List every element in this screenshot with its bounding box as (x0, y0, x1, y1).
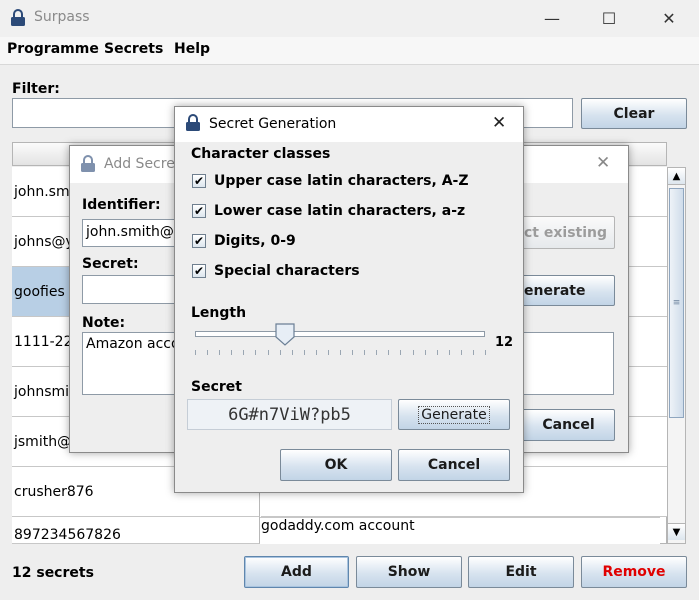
close-icon[interactable]: ✕ (596, 153, 610, 173)
checkbox-label[interactable]: Lower case latin characters, a-z (214, 203, 465, 219)
slider-tick (292, 350, 293, 355)
length-label: Length (191, 305, 247, 321)
secret-output-label: Secret (191, 379, 242, 395)
menu-programme[interactable]: Programme (7, 41, 99, 57)
note-textarea-right[interactable] (522, 332, 614, 395)
slider-tick (316, 350, 317, 355)
length-slider-track[interactable] (195, 331, 485, 337)
filter-label: Filter: (12, 81, 60, 97)
note-label: Note: (82, 315, 126, 331)
slider-tick (219, 350, 220, 355)
generate-button[interactable]: Generate (398, 399, 510, 430)
add-dialog-cancel-button[interactable]: Cancel (522, 409, 615, 441)
secret-label: Secret: (82, 256, 139, 272)
checkbox-3[interactable]: ✔ (192, 264, 206, 278)
checkbox-1[interactable]: ✔ (192, 204, 206, 218)
maximize-icon[interactable]: ☐ (586, 0, 632, 37)
slider-tick (340, 350, 341, 355)
table-row[interactable]: 897234567826 (12, 517, 260, 544)
status-count: 12 secrets (12, 565, 94, 581)
length-slider-ticks (195, 350, 486, 356)
slider-tick (449, 350, 450, 355)
scroll-up-icon[interactable]: ▲ (668, 168, 685, 185)
slider-tick (280, 350, 281, 355)
length-value: 12 (495, 335, 514, 350)
secret-generation-dialog (174, 106, 524, 493)
select-existing-button[interactable]: ct existing (522, 216, 615, 249)
slider-tick (328, 350, 329, 355)
slider-tick (376, 350, 377, 355)
scroll-thumb[interactable]: ≡ (669, 188, 684, 418)
secret-input[interactable] (82, 275, 182, 304)
remove-button[interactable]: Remove (581, 556, 687, 588)
slider-tick (388, 350, 389, 355)
identifier-label: Identifier: (82, 197, 161, 213)
generate-secret-button[interactable]: enerate (522, 275, 615, 306)
slider-tick (437, 350, 438, 355)
menu-help[interactable]: Help (174, 41, 210, 57)
slider-tick (413, 350, 414, 355)
ok-button[interactable]: OK (280, 449, 392, 481)
slider-tick (364, 350, 365, 355)
slider-tick (473, 350, 474, 355)
gen-dialog-cancel-button[interactable]: Cancel (398, 449, 510, 481)
slider-tick (195, 350, 196, 355)
checkbox-label[interactable]: Special characters (214, 263, 360, 279)
close-icon[interactable]: ✕ (646, 0, 692, 37)
scroll-down-icon[interactable]: ▼ (668, 523, 685, 540)
checkbox-label[interactable]: Upper case latin characters, A-Z (214, 173, 469, 189)
edit-button[interactable]: Edit (468, 556, 574, 588)
app-title: Surpass (34, 9, 90, 25)
length-slider-thumb[interactable] (275, 323, 295, 346)
checkbox-label[interactable]: Digits, 0-9 (214, 233, 296, 249)
slider-tick (352, 350, 353, 355)
add-button[interactable]: Add (244, 556, 349, 588)
slider-tick (485, 350, 486, 355)
identifier-input[interactable]: john.smith@g (82, 219, 182, 247)
note-textarea[interactable]: Amazon acco (82, 332, 182, 395)
secret-generation-title: Secret Generation (209, 116, 337, 132)
slider-tick (400, 350, 401, 355)
slider-tick (304, 350, 305, 355)
menu-secrets[interactable]: Secrets (104, 41, 163, 57)
table-cell-note: godaddy.com account (260, 517, 660, 544)
lock-icon (80, 155, 96, 173)
slider-tick (231, 350, 232, 355)
slider-tick (207, 350, 208, 355)
close-icon[interactable]: ✕ (492, 113, 506, 133)
checkbox-0[interactable]: ✔ (192, 174, 206, 188)
checkbox-2[interactable]: ✔ (192, 234, 206, 248)
add-secret-title: Add Secret (104, 156, 181, 172)
lock-icon (185, 114, 201, 132)
lock-icon (10, 9, 26, 27)
slider-tick (425, 350, 426, 355)
slider-tick (243, 350, 244, 355)
clear-button[interactable]: Clear (581, 98, 687, 129)
slider-tick (255, 350, 256, 355)
show-button[interactable]: Show (356, 556, 462, 588)
generate-button-label: Generate (418, 405, 490, 424)
slider-tick (268, 350, 269, 355)
character-classes-label: Character classes (191, 146, 331, 162)
slider-tick (461, 350, 462, 355)
generated-secret: 6G#n7ViW?pb5 (187, 399, 392, 430)
minimize-icon[interactable]: — (529, 0, 575, 37)
